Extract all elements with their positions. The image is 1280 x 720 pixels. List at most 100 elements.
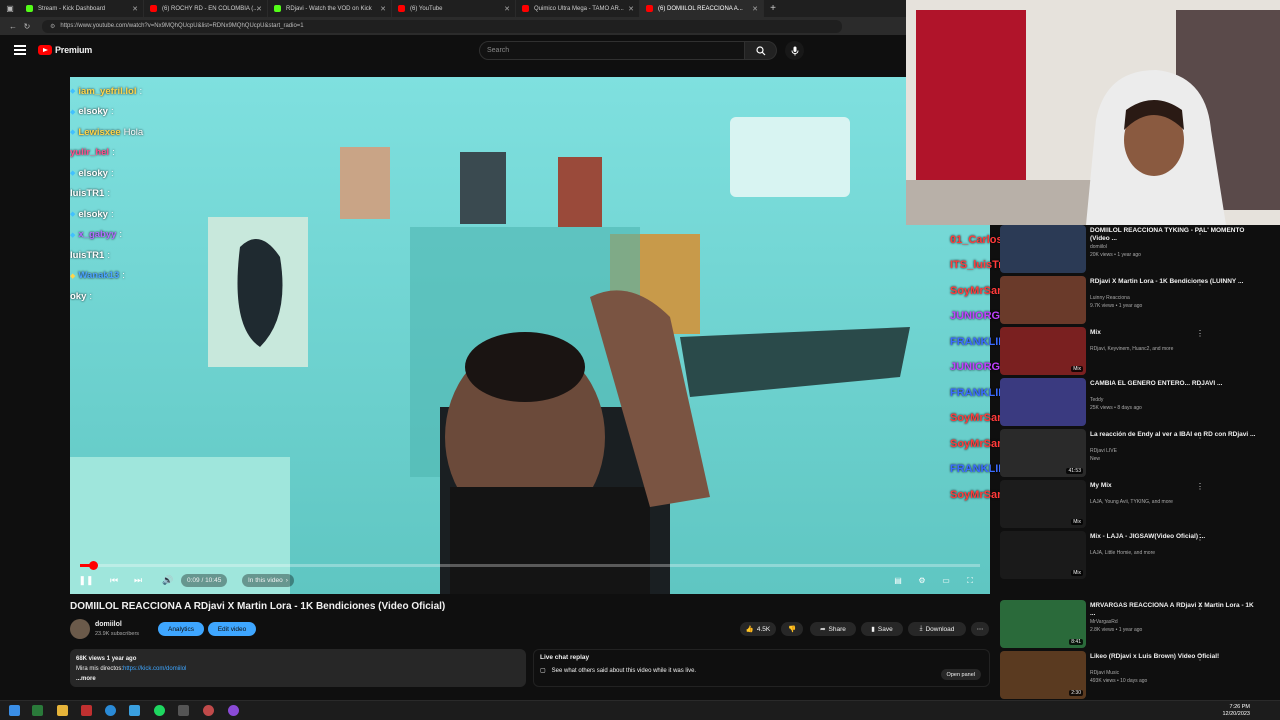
video-player[interactable]: ◆ iam_yefril.lol: ◆ elsoky: ◆ Lewisxee Hola … — [70, 77, 990, 594]
close-tab-icon[interactable]: ✕ — [132, 5, 138, 13]
search-button[interactable] — [745, 41, 777, 60]
captions-button[interactable]: ▤ — [892, 574, 904, 587]
chat-text: : — [122, 270, 125, 282]
open-panel-button[interactable]: Open panel — [940, 669, 981, 680]
video-thumbnail[interactable]: Mix — [1000, 531, 1086, 579]
more-actions-button[interactable]: ⋯ — [971, 622, 989, 636]
video-thumbnail[interactable]: Mix — [1000, 480, 1086, 528]
more-vertical-icon[interactable]: ⋮ — [1196, 533, 1204, 542]
more-vertical-icon[interactable]: ⋮ — [1196, 278, 1204, 287]
recommendation-item[interactable]: Mix My Mix LAJA, Young Avii, TYKING, and… — [1000, 480, 1270, 530]
recommendation-item[interactable]: DOMIILOL REACCIONA TYKING - PAL' MOMENTO… — [1000, 225, 1270, 275]
browser-tab[interactable]: (6) YouTube ✕ — [392, 0, 516, 17]
share-button[interactable]: ➦ Share — [810, 622, 856, 636]
voice-search-button[interactable] — [785, 41, 804, 60]
chat-badge-icon: ◆ — [70, 129, 76, 137]
video-thumbnail[interactable] — [1000, 276, 1086, 324]
reload-icon[interactable]: ↻ — [20, 22, 34, 31]
next-button[interactable]: ⏭ — [132, 574, 144, 587]
chat-username: elsoky — [78, 167, 108, 179]
recommendation-item[interactable]: RDjavi X Martin Lora - 1K Bendiciones (L… — [1000, 276, 1270, 326]
browser-tab-active[interactable]: (6) DOMIILOL REACCIONA A... ✕ — [640, 0, 764, 17]
video-thumbnail[interactable]: 2:30 — [1000, 651, 1086, 699]
search-input[interactable]: Search — [479, 41, 745, 60]
description-box[interactable]: 68K views 1 year ago Mira mis directos:h… — [70, 649, 526, 687]
recommendation-item[interactable]: Mix Mix - LAJA - JIGSAW(Video Oficial) .… — [1000, 531, 1270, 581]
video-thumbnail[interactable] — [1000, 225, 1086, 273]
more-vertical-icon[interactable]: ⋮ — [1196, 602, 1204, 611]
chat-username: yulir_hel — [70, 147, 110, 159]
recommendation-item[interactable]: CAMBIA EL GENERO ENTERO... RDJAVI ... Te… — [1000, 378, 1270, 428]
pause-button[interactable]: ❚❚ — [78, 574, 93, 587]
back-arrow-icon[interactable]: ← — [6, 22, 20, 31]
recommendation-item[interactable]: 2:30 Likeo (RDjavi x Luis Brown) Video O… — [1000, 651, 1270, 701]
video-thumbnail[interactable]: 8:41 — [1000, 600, 1086, 648]
app-icon[interactable] — [203, 705, 214, 716]
progress-bar[interactable] — [80, 561, 980, 570]
channel-name[interactable]: domiilol — [95, 621, 122, 628]
chat-badge-icon: ◆ — [70, 108, 76, 116]
close-tab-icon[interactable]: ✕ — [628, 5, 634, 13]
show-more-link[interactable]: ...more — [76, 674, 520, 684]
theater-mode-button[interactable]: ▭ — [940, 574, 952, 587]
previous-button[interactable]: ⏮ — [108, 574, 120, 587]
share-label: Share — [828, 625, 846, 633]
more-vertical-icon[interactable]: ⋮ — [1196, 653, 1204, 662]
more-vertical-icon[interactable]: ⋮ — [1196, 431, 1204, 440]
tab-label: (6) DOMIILOL REACCIONA A... — [658, 5, 743, 12]
browser-tab[interactable]: RDjavi - Watch the VOD on Kick ✕ — [268, 0, 392, 17]
recommendation-item[interactable]: 41:53 La reacción de Endy al ver a IBAI … — [1000, 429, 1270, 479]
dislike-button[interactable]: 👎 — [781, 622, 803, 636]
spotify-icon[interactable] — [154, 705, 165, 716]
hamburger-menu-icon[interactable] — [14, 45, 26, 55]
app-icon[interactable] — [32, 705, 43, 716]
system-clock[interactable]: 7:26 PM 12/20/2023 — [1222, 704, 1250, 718]
chat-username: oky — [70, 290, 87, 302]
more-vertical-icon[interactable]: ⋮ — [1196, 380, 1204, 389]
description-link[interactable]: https://kick.com/domiilol — [123, 666, 186, 672]
video-thumbnail[interactable] — [1000, 378, 1086, 426]
settings-button[interactable]: ⚙ — [916, 574, 928, 587]
browser-tab[interactable]: Stream - Kick Dashboard ✕ — [20, 0, 144, 17]
app-icon[interactable] — [178, 705, 189, 716]
volume-button[interactable]: 🔊 — [162, 574, 174, 587]
browser-icon[interactable] — [105, 705, 116, 716]
new-tab-button[interactable]: + — [764, 3, 782, 14]
browser-tab[interactable]: Quimico Ultra Mega - TAMO AR... ✕ — [516, 0, 640, 17]
video-thumbnail[interactable]: Mix — [1000, 327, 1086, 375]
window-menu-icon[interactable]: ▣ — [0, 0, 20, 17]
fullscreen-button[interactable]: ⛶ — [964, 574, 976, 587]
recommendation-item[interactable]: 8:41 MRVARGAS REACCIONA A RDjavi X Marti… — [1000, 600, 1270, 650]
share-icon: ➦ — [820, 626, 826, 633]
more-vertical-icon[interactable]: ⋮ — [1196, 329, 1204, 338]
more-vertical-icon[interactable]: ⋮ — [1196, 227, 1204, 236]
chat-bubble-icon: ▢ — [540, 668, 546, 674]
like-button[interactable]: 👍 4.5K — [740, 622, 776, 636]
youtube-premium-logo[interactable]: Premium — [38, 45, 92, 55]
video-thumbnail[interactable]: 41:53 — [1000, 429, 1086, 477]
close-tab-icon[interactable]: ✕ — [380, 5, 386, 13]
app-icon[interactable] — [228, 705, 239, 716]
url-field[interactable]: ⚙ https://www.youtube.com/watch?v=Nx9MQhQ… — [42, 19, 842, 33]
in-this-video-chip[interactable]: In this video › — [242, 574, 294, 587]
app-icon[interactable] — [81, 705, 92, 716]
close-tab-icon[interactable]: ✕ — [256, 5, 262, 13]
folder-icon[interactable] — [57, 705, 68, 716]
more-vertical-icon[interactable]: ⋮ — [1196, 482, 1204, 491]
close-tab-icon[interactable]: ✕ — [752, 5, 758, 13]
recommendation-item[interactable]: Mix Mix RDjavi, Keyvinem, Huanc2, and mo… — [1000, 327, 1270, 377]
download-button[interactable]: ⤓ Download — [908, 622, 966, 636]
start-menu-icon[interactable] — [9, 705, 20, 716]
avatar[interactable] — [70, 619, 90, 639]
app-icon[interactable] — [129, 705, 140, 716]
progress-scrubber[interactable] — [88, 561, 98, 570]
analytics-button[interactable]: Analytics — [158, 622, 204, 636]
rec-channel: Teddy — [1090, 397, 1104, 403]
description-meta: 68K views 1 year ago — [76, 656, 137, 662]
save-button[interactable]: ▮ Save — [861, 622, 903, 636]
edit-video-button[interactable]: Edit video — [208, 622, 256, 636]
close-tab-icon[interactable]: ✕ — [504, 5, 510, 13]
site-info-icon[interactable]: ⚙ — [50, 23, 55, 30]
browser-tab[interactable]: (6) ROCHY RD - EN COLOMBIA (... ✕ — [144, 0, 268, 17]
chat-message: ◆ elsoky: — [70, 163, 143, 184]
